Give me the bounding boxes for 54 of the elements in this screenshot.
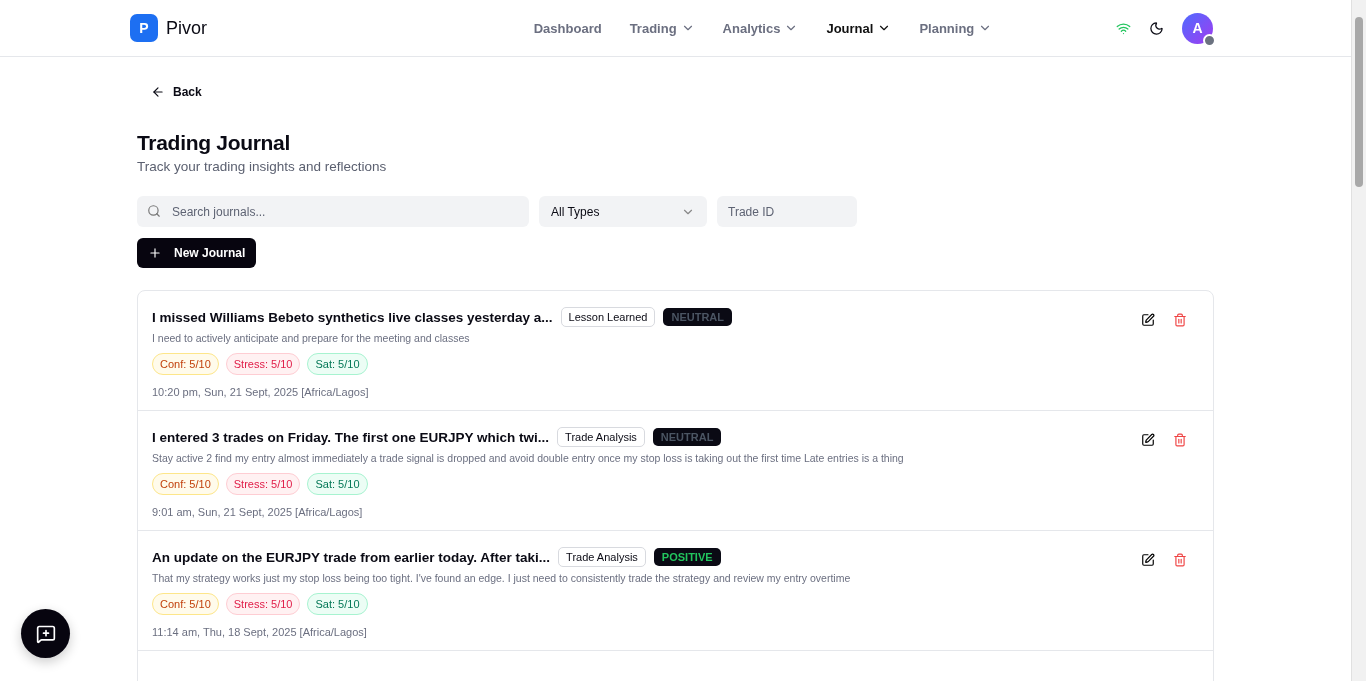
back-link[interactable]: Back	[151, 85, 202, 99]
sentiment-tag: NEUTRAL	[663, 308, 733, 326]
edit-button[interactable]	[1141, 313, 1155, 329]
confidence-tag: Conf: 5/10	[152, 353, 219, 375]
category-tag: Lesson Learned	[560, 307, 656, 327]
stress-tag: Stress: 5/10	[225, 353, 301, 375]
status-dot	[1203, 33, 1216, 47]
entry-note: Stay active 2 find my entry almost immediately a trade signal is dropped and avoid double entry once my stop loss is taking out the first time Late entries is a thing	[152, 452, 905, 464]
user-avatar[interactable]: A	[1182, 12, 1213, 44]
theme-toggle-icon[interactable]	[1149, 20, 1164, 36]
page-subtitle: Track your trading insights and reflections	[137, 159, 388, 174]
logo-icon[interactable]: P	[130, 14, 158, 42]
brand-name: Pivor	[166, 17, 207, 39]
arrow-left-icon	[151, 85, 165, 99]
nav-link[interactable]: Trading	[629, 20, 695, 36]
nav-link[interactable]: Dashboard	[533, 20, 602, 36]
nav-link[interactable]: Analytics	[722, 20, 799, 36]
plus-icon	[148, 246, 162, 260]
nav-link[interactable]: Planning	[919, 20, 993, 36]
delete-button[interactable]	[1173, 433, 1187, 449]
entry-note: That my strategy works just my stop loss being too tight. I've found an edge. I just need to consistently trade the strategy and review my entry overtime	[152, 572, 852, 584]
stress-tag: Stress: 5/10	[225, 473, 301, 495]
stress-tag: Stress: 5/10	[225, 593, 301, 615]
entry-timestamp: 10:20 pm, Sun, 21 Sept, 2025 [Africa/Lagos]	[152, 386, 370, 398]
entry-timestamp: 11:14 am, Thu, 18 Sept, 2025 [Africa/Lagos]	[152, 626, 368, 638]
delete-button[interactable]	[1173, 313, 1187, 329]
nav-link[interactable]: Journal	[826, 20, 892, 36]
wifi-icon	[1116, 20, 1131, 36]
new-journal-button[interactable]: New Journal	[137, 238, 257, 268]
satisfaction-tag: Sat: 5/10	[307, 593, 368, 615]
trade-id-field[interactable]: Trade ID	[717, 196, 857, 227]
category-tag: Trade Analysis	[557, 427, 645, 447]
delete-button[interactable]	[1173, 553, 1187, 569]
scrollbar[interactable]	[1351, 0, 1366, 681]
type-select[interactable]: All Types	[539, 196, 707, 227]
entry-timestamp: 9:01 am, Sun, 21 Sept, 2025 [Africa/Lagos]	[152, 506, 364, 518]
sentiment-tag: NEUTRAL	[652, 428, 722, 446]
page-title: Trading Journal	[137, 131, 292, 155]
entry-title[interactable]: I entered 3 trades on Friday. The first one EURJPY which twi...	[152, 429, 550, 445]
entry-note: I need to actively anticipate and prepare for the meeting and classes	[152, 332, 471, 344]
entry-title[interactable]: An update on the EURJPY trade from earlier today. After taki...	[152, 549, 551, 565]
edit-button[interactable]	[1141, 433, 1155, 449]
category-tag: Trade Analysis	[558, 547, 646, 567]
confidence-tag: Conf: 5/10	[152, 473, 219, 495]
satisfaction-tag: Sat: 5/10	[307, 473, 368, 495]
edit-button[interactable]	[1141, 553, 1155, 569]
confidence-tag: Conf: 5/10	[152, 593, 219, 615]
entry-title[interactable]: I missed Williams Bebeto synthetics live classes yesterday a...	[152, 309, 553, 325]
satisfaction-tag: Sat: 5/10	[307, 353, 368, 375]
message-plus-icon	[35, 623, 56, 644]
search-icon	[147, 204, 161, 218]
sentiment-tag: POSITIVE	[653, 548, 721, 566]
new-note-button[interactable]	[21, 609, 70, 658]
search-field[interactable]: Search journals...	[137, 196, 529, 227]
